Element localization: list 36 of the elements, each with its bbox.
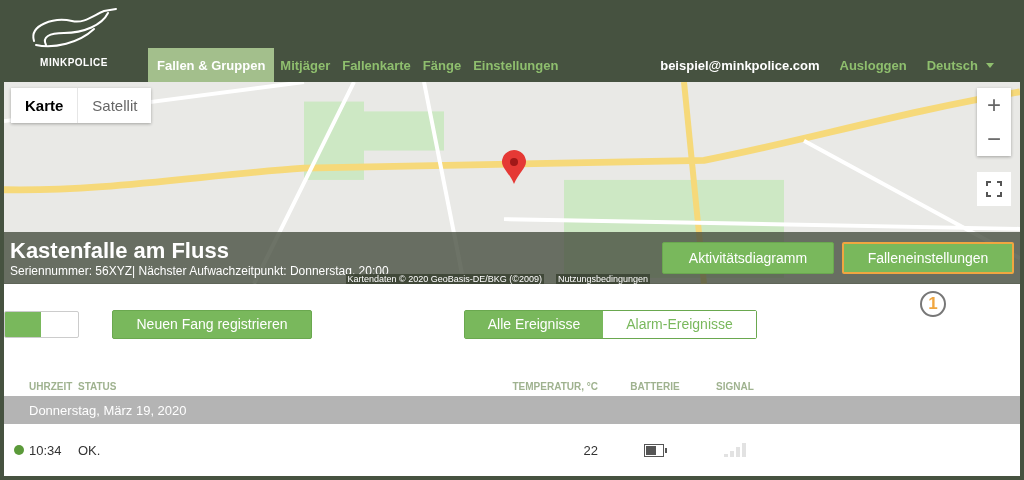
temperature-cell-text: 22 bbox=[582, 442, 598, 458]
battery-icon bbox=[643, 443, 664, 457]
brand-name: MINKPOLICE bbox=[40, 57, 108, 69]
column-header: UHRZEIT bbox=[29, 380, 74, 392]
map-type-tab[interactable]: Satellit bbox=[78, 88, 152, 124]
column-header: SIGNAL bbox=[715, 380, 755, 392]
fullscreen-button[interactable] bbox=[977, 172, 1011, 207]
nav-tab[interactable]: Einstellungen bbox=[467, 48, 565, 83]
trap-title: Kastenfalle am Fluss bbox=[10, 238, 230, 264]
status-cell-text: OK. bbox=[78, 442, 102, 458]
language-dropdown[interactable]: Deutsch bbox=[926, 58, 994, 74]
register-catch-button[interactable]: Neuen Fang registrieren bbox=[112, 309, 312, 339]
event-filter-tab[interactable]: Alle Ereignisse bbox=[465, 310, 603, 338]
nav-tab[interactable]: Fallen & Gruppen bbox=[148, 48, 275, 83]
map-type-tab[interactable]: Karte bbox=[11, 88, 79, 124]
map-attribution: Nutzungsbedingungen bbox=[555, 274, 650, 284]
zoom-in-button[interactable]: + bbox=[977, 88, 1011, 123]
column-header: STATUS bbox=[78, 380, 118, 392]
step-callout: 1 bbox=[920, 291, 946, 317]
trap-action-button[interactable]: Falleneinstellungen bbox=[842, 242, 1014, 274]
time-cell-text: 10:34 bbox=[29, 442, 63, 458]
column-header: TEMPERATUR, °C bbox=[511, 380, 598, 392]
user-email: beispiel@minkpolice.com bbox=[660, 58, 820, 74]
column-header: BATTERIE bbox=[629, 380, 681, 392]
caret-icon bbox=[986, 63, 994, 69]
trap-action-button[interactable]: Aktivitätsdiagramm bbox=[662, 242, 834, 274]
signal-icon bbox=[724, 443, 746, 457]
toggle-switch[interactable] bbox=[4, 310, 79, 338]
zoom-out-button[interactable]: − bbox=[977, 122, 1011, 157]
nav-tab[interactable]: Mitjäger bbox=[274, 48, 337, 83]
logout-link[interactable]: Ausloggen bbox=[839, 58, 907, 74]
map-pin-icon bbox=[502, 150, 526, 185]
nav-tab[interactable]: Fallenkarte bbox=[336, 48, 417, 83]
nav-tab[interactable]: Fänge bbox=[416, 48, 468, 83]
fullscreen-icon bbox=[986, 181, 1002, 198]
date-group-header: Donnerstag, März 19, 2020 bbox=[29, 402, 187, 418]
